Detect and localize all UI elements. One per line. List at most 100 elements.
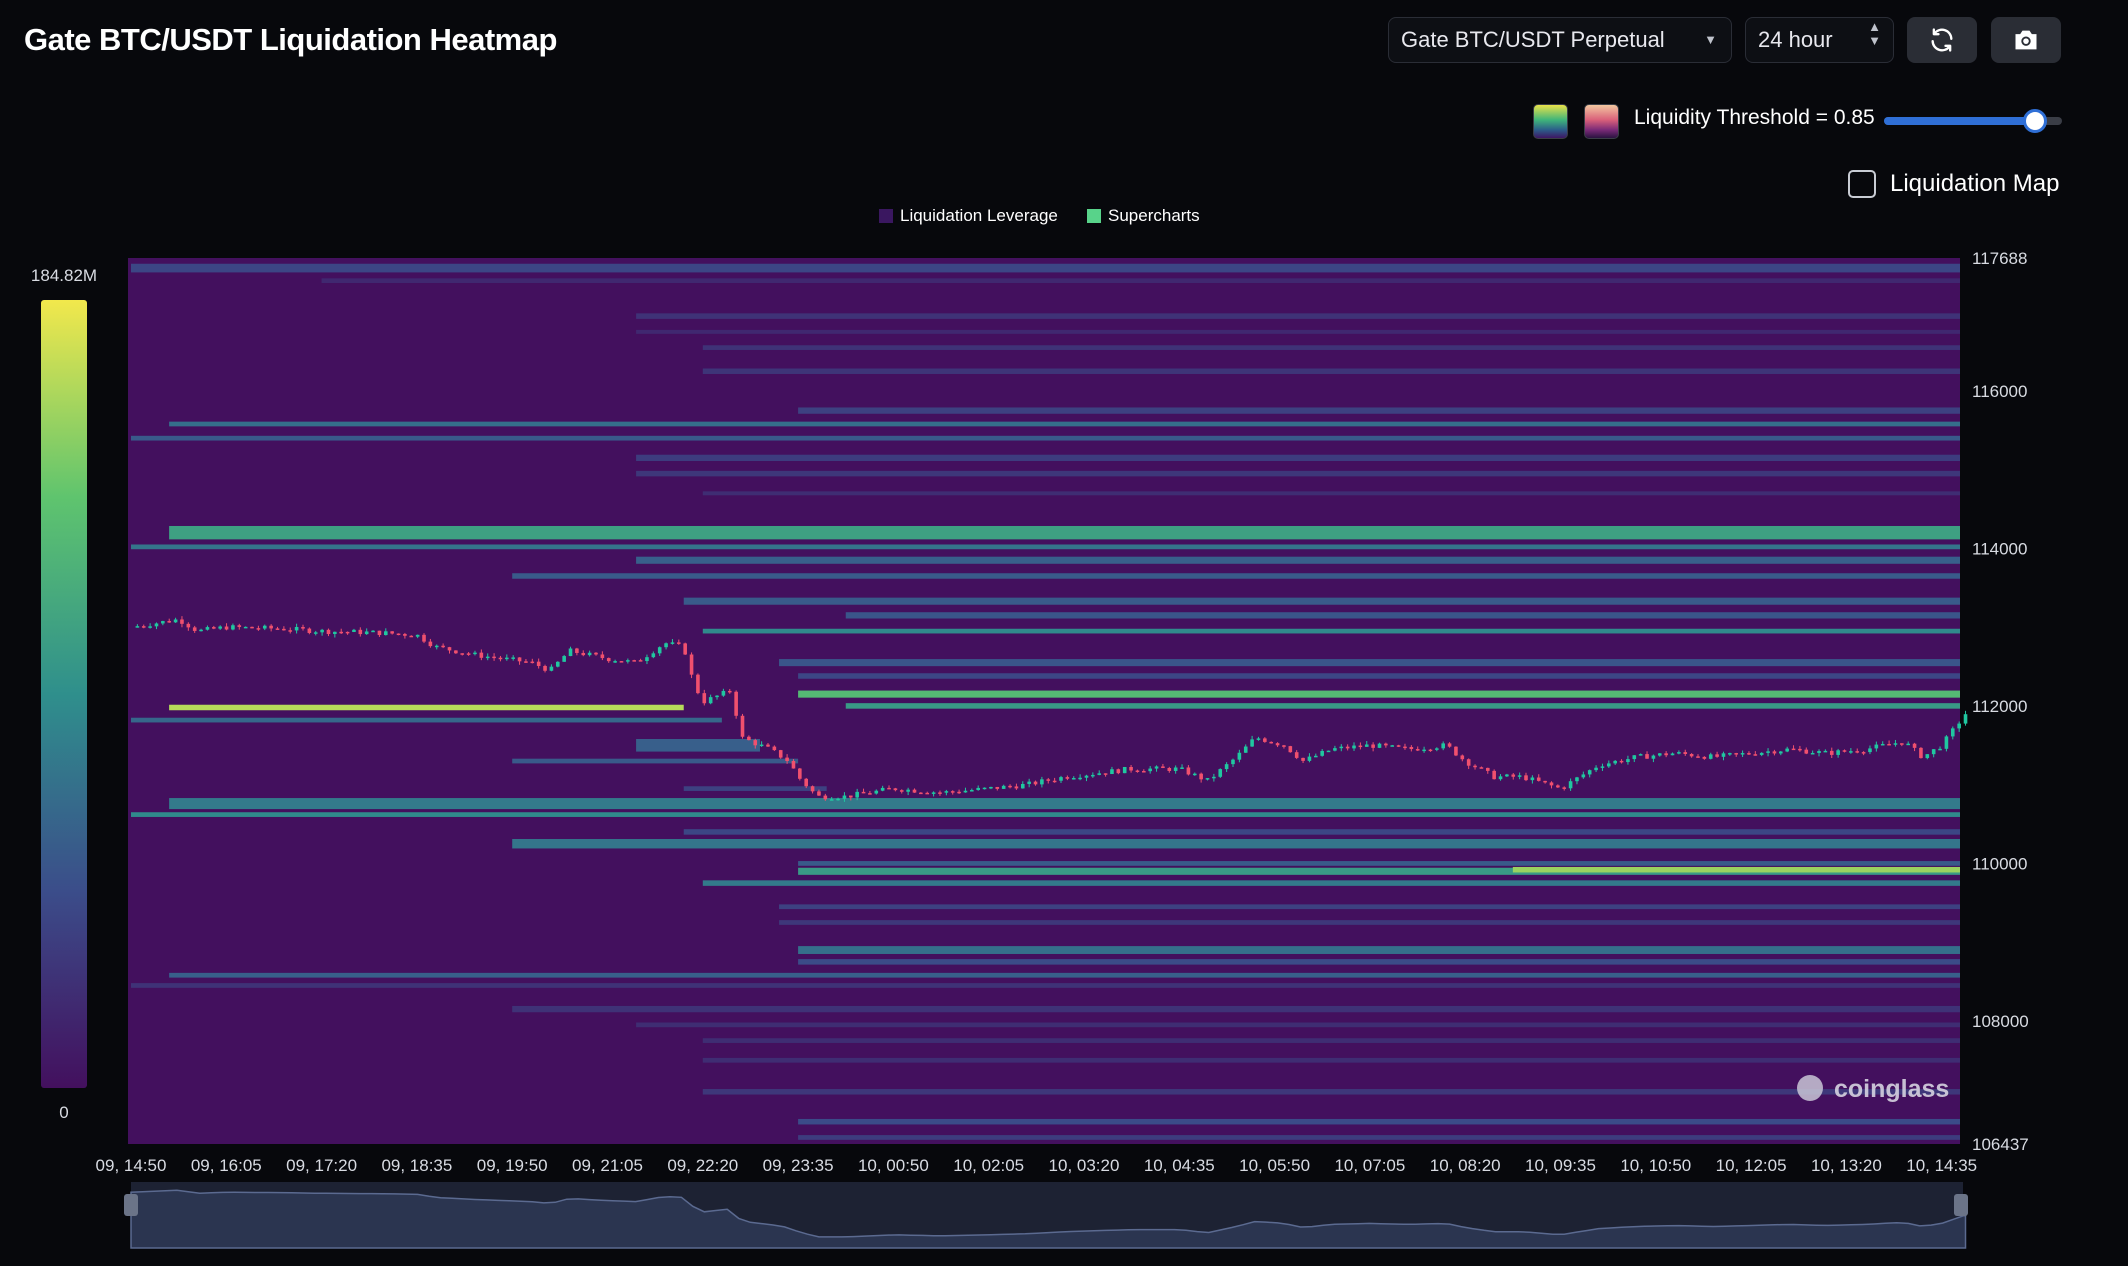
candle-body <box>562 656 566 662</box>
liquidation-band <box>683 786 827 791</box>
candle-body <box>957 791 961 794</box>
candle-body <box>511 657 515 659</box>
candle-body <box>1855 751 1860 753</box>
candle-body <box>887 787 891 790</box>
candle-body <box>403 633 407 636</box>
candle-body <box>422 634 426 642</box>
candle-body <box>141 626 146 628</box>
navigator-left-handle[interactable] <box>124 1194 138 1216</box>
liquidation-band <box>779 659 1960 667</box>
candle-body <box>747 736 751 741</box>
candle-body <box>1020 783 1025 789</box>
candle-body <box>492 656 496 659</box>
candle-body <box>243 626 248 629</box>
candle-body <box>1008 785 1012 788</box>
candle-body <box>1473 765 1477 768</box>
candle-body <box>1435 748 1439 750</box>
candle-body <box>371 630 375 633</box>
candle-body <box>836 798 840 801</box>
candle-body <box>1868 748 1872 753</box>
liquidation-band <box>169 972 1960 978</box>
liquidation-band <box>798 861 1960 866</box>
liquidation-band <box>702 1057 1960 1063</box>
candle-body <box>479 652 484 658</box>
candle-body <box>893 788 898 791</box>
candle-body <box>1817 751 1821 753</box>
candle-body <box>1581 774 1586 778</box>
candle-body <box>1912 743 1917 748</box>
candle-body <box>1263 738 1267 742</box>
candle-body <box>1708 754 1713 759</box>
candle-body <box>1568 781 1573 789</box>
candle-body <box>1384 743 1388 746</box>
candle-body <box>1900 743 1904 745</box>
candle-body <box>1677 752 1681 754</box>
candle-body <box>1607 763 1611 767</box>
candle-body <box>651 653 656 658</box>
navigator-right-handle[interactable] <box>1954 1194 1968 1216</box>
liquidation-band <box>798 673 1960 679</box>
candle-body <box>1689 754 1694 757</box>
time-range-navigator[interactable] <box>124 1182 1968 1249</box>
candle-body <box>810 786 815 792</box>
candle-body <box>186 623 191 628</box>
candle-body <box>1798 748 1802 751</box>
candle-body <box>517 657 522 662</box>
liquidation-band <box>636 329 1960 334</box>
candle-body <box>1874 744 1879 749</box>
candle-body <box>594 652 598 655</box>
candle-body <box>1657 753 1662 756</box>
candle-body <box>1052 780 1057 783</box>
candle-body <box>1626 759 1630 763</box>
candle-body <box>1664 753 1668 756</box>
candle-body <box>1931 749 1936 755</box>
x-axis-tick-label: 10, 14:35 <box>1906 1156 1977 1175</box>
x-axis-tick-label: 09, 16:05 <box>191 1156 262 1175</box>
candle-body <box>1829 750 1834 755</box>
candle-body <box>1479 767 1484 769</box>
candle-body <box>1224 764 1229 770</box>
liquidation-band <box>636 313 1960 319</box>
x-axis-tick-label: 10, 09:35 <box>1525 1156 1596 1175</box>
liquidation-band <box>779 920 1960 925</box>
liquidation-band <box>321 278 1961 284</box>
candle-body <box>1403 746 1407 749</box>
y-axis-tick-label: 112000 <box>1972 697 2027 716</box>
candle-body <box>1492 770 1496 780</box>
candle-body <box>505 657 509 660</box>
candle-body <box>460 653 465 655</box>
candle-body <box>1282 745 1286 747</box>
candle-body <box>1543 780 1547 783</box>
candle-body <box>1778 751 1783 754</box>
candle-body <box>224 626 229 630</box>
candle-body <box>1428 749 1433 752</box>
x-axis-tick-label: 10, 10:50 <box>1620 1156 1691 1175</box>
candle-body <box>1454 746 1458 756</box>
candle-body <box>173 619 178 623</box>
candle-body <box>1906 743 1910 746</box>
liquidation-band <box>702 345 1960 350</box>
liquidation-heatmap-chart[interactable]: 184.82M 0 117688 116000 114000 112000 110000… <box>0 0 2128 1266</box>
candle-body <box>874 790 879 794</box>
candle-body <box>842 795 847 799</box>
candle-body <box>785 757 789 761</box>
candle-body <box>543 665 547 671</box>
x-axis-tick-label: 10, 12:05 <box>1716 1156 1787 1175</box>
candle-body <box>766 744 770 747</box>
candle-body <box>1562 787 1567 789</box>
candle-body <box>772 746 777 751</box>
candle-body <box>696 674 700 694</box>
candle-body <box>1250 739 1254 747</box>
candle-body <box>530 661 535 664</box>
candle-body <box>1619 760 1624 763</box>
candle-body <box>613 661 617 663</box>
liquidation-band <box>512 758 799 764</box>
candle-body <box>823 795 828 800</box>
candle-body <box>377 630 382 636</box>
x-axis-tick-label: 10, 07:05 <box>1334 1156 1405 1175</box>
candle-body <box>1556 785 1560 788</box>
candle-body <box>212 627 216 629</box>
liquidation-band <box>1512 866 1960 873</box>
candle-body <box>1632 755 1637 760</box>
candle-body <box>218 626 222 629</box>
